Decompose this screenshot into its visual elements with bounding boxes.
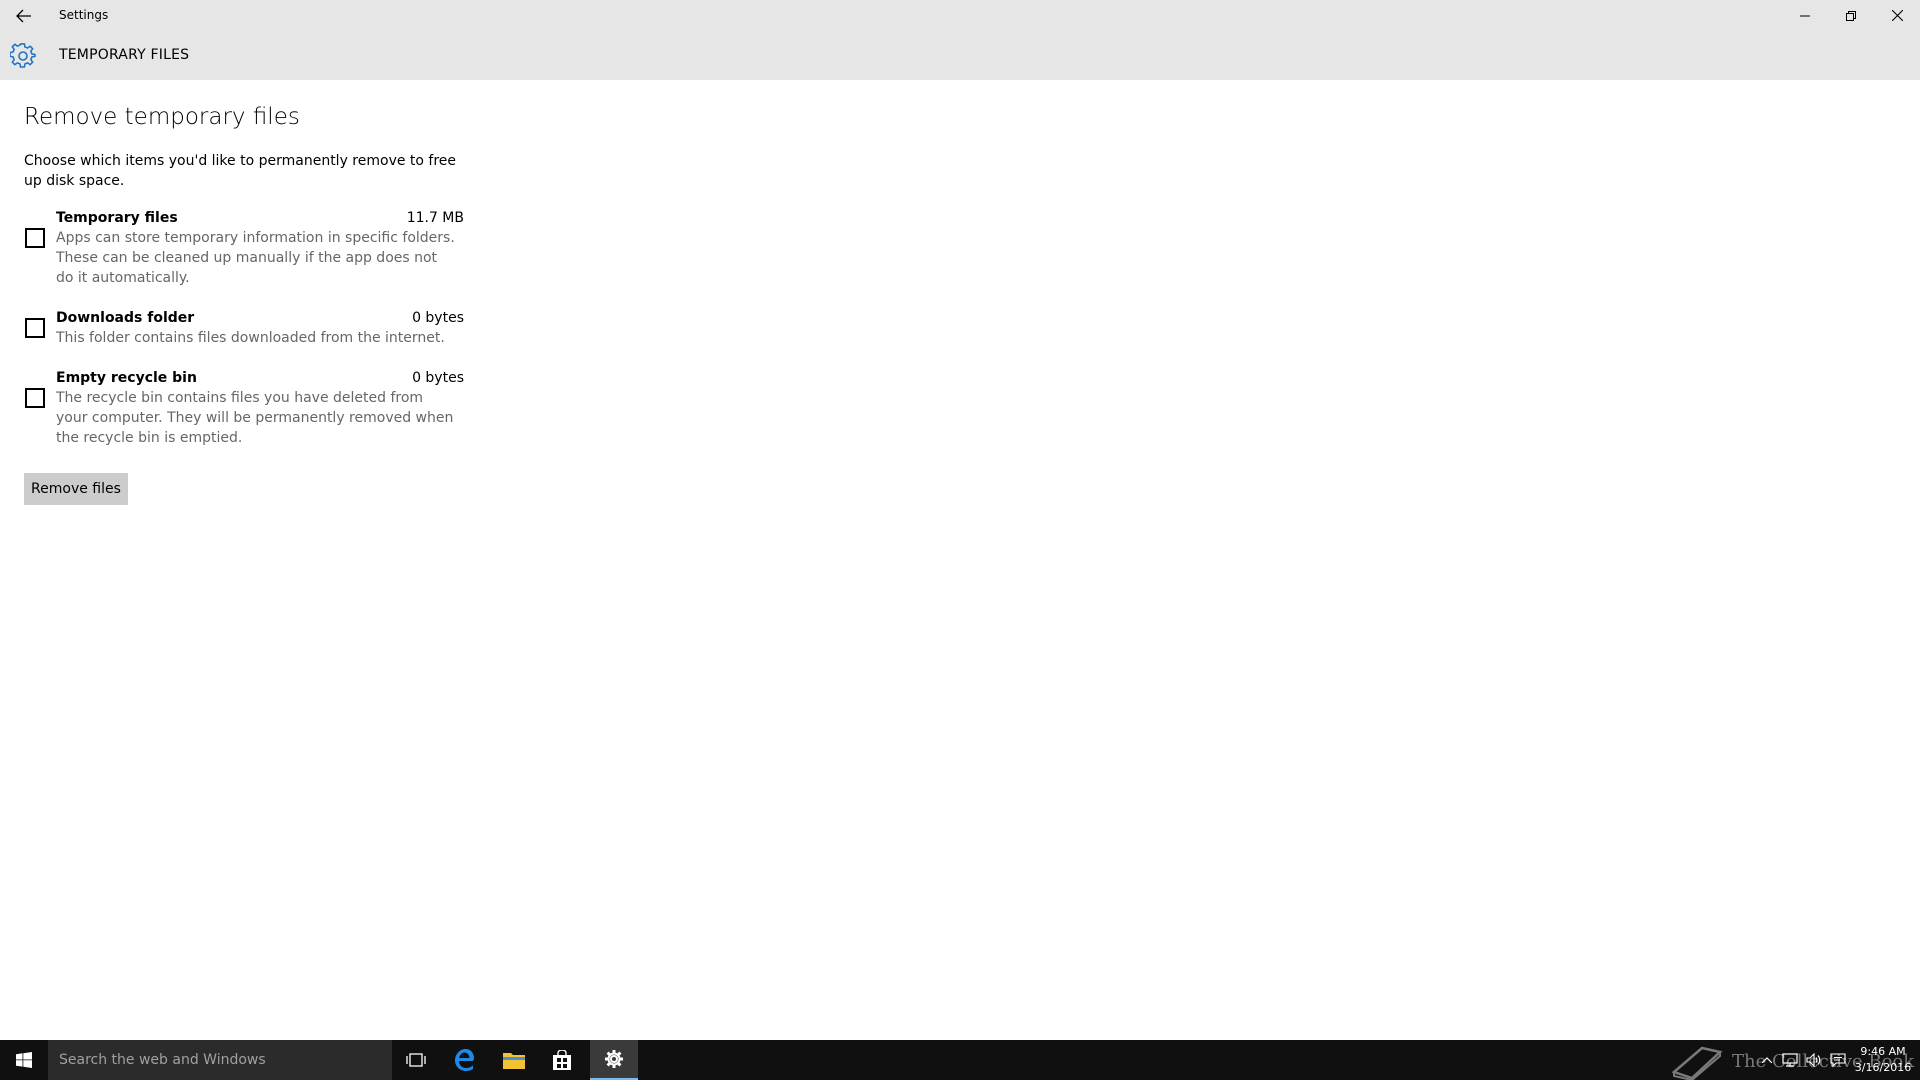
settings-taskbar-button[interactable] [590, 1040, 638, 1080]
downloads-folder-checkbox[interactable] [25, 318, 45, 338]
item-title: Temporary files [56, 210, 178, 226]
windows-logo-icon [16, 1052, 32, 1068]
restore-button[interactable] [1828, 0, 1874, 31]
action-center-button[interactable] [1826, 1040, 1850, 1080]
clock-time: 9:46 AM [1860, 1045, 1906, 1058]
chevron-up-icon [1762, 1057, 1772, 1063]
item-size: 11.7 MB [406, 210, 464, 226]
network-icon [1782, 1053, 1798, 1067]
store-icon [553, 1050, 571, 1070]
list-item-downloads-folder: Downloads folder 0 bytes This folder con… [24, 308, 464, 348]
notification-icon [1830, 1053, 1846, 1067]
item-description: Apps can store temporary information in … [56, 230, 455, 286]
back-arrow-icon [16, 9, 31, 22]
file-explorer-icon [503, 1053, 525, 1069]
close-icon [1891, 10, 1903, 21]
item-size: 0 bytes [412, 310, 464, 326]
remove-files-button[interactable]: Remove files [24, 473, 128, 505]
edge-icon [455, 1049, 474, 1071]
taskbar: Search the web and Windows The Collectiv… [0, 1040, 1920, 1080]
task-view-button[interactable] [392, 1040, 440, 1080]
file-explorer-taskbar-button[interactable] [490, 1040, 538, 1080]
page-title: Remove temporary files [24, 104, 300, 130]
settings-icon [605, 1050, 623, 1068]
show-hidden-icons-button[interactable] [1756, 1040, 1778, 1080]
empty-recycle-bin-checkbox[interactable] [25, 388, 45, 408]
search-placeholder: Search the web and Windows [59, 1052, 266, 1068]
temporary-files-checkbox[interactable] [25, 228, 45, 248]
list-item-temporary-files: Temporary files 11.7 MB Apps can store t… [24, 208, 464, 288]
store-taskbar-button[interactable] [538, 1040, 586, 1080]
settings-gear-icon [10, 43, 36, 68]
item-description: The recycle bin contains files you have … [56, 390, 454, 446]
start-button[interactable] [0, 1040, 48, 1080]
restore-icon [1846, 10, 1856, 21]
list-item-empty-recycle-bin: Empty recycle bin 0 bytes The recycle bi… [24, 368, 464, 448]
minimize-icon [1800, 15, 1810, 16]
edge-taskbar-button[interactable] [440, 1040, 488, 1080]
book-icon [1671, 1046, 1723, 1080]
item-title: Downloads folder [56, 310, 195, 326]
minimize-button[interactable] [1782, 0, 1828, 31]
intro-text: Choose which items you'd like to permane… [24, 153, 457, 189]
network-button[interactable] [1778, 1040, 1802, 1080]
task-view-icon [406, 1053, 426, 1067]
taskbar-clock[interactable]: 9:46 AM 3/16/2016 [1850, 1044, 1916, 1076]
close-button[interactable] [1874, 0, 1920, 31]
clock-date: 3/16/2016 [1854, 1061, 1912, 1074]
item-description: This folder contains files downloaded fr… [56, 330, 445, 346]
item-size: 0 bytes [412, 370, 464, 386]
page-header: TEMPORARY FILES [0, 31, 1920, 80]
back-button[interactable] [8, 0, 40, 31]
item-title: Empty recycle bin [56, 370, 197, 386]
window-title: Settings [59, 8, 109, 22]
volume-icon [1806, 1053, 1821, 1067]
page-section-title: TEMPORARY FILES [59, 47, 190, 63]
volume-button[interactable] [1802, 1040, 1826, 1080]
taskbar-search-box[interactable]: Search the web and Windows [48, 1040, 392, 1080]
title-bar: Settings [0, 0, 1920, 31]
